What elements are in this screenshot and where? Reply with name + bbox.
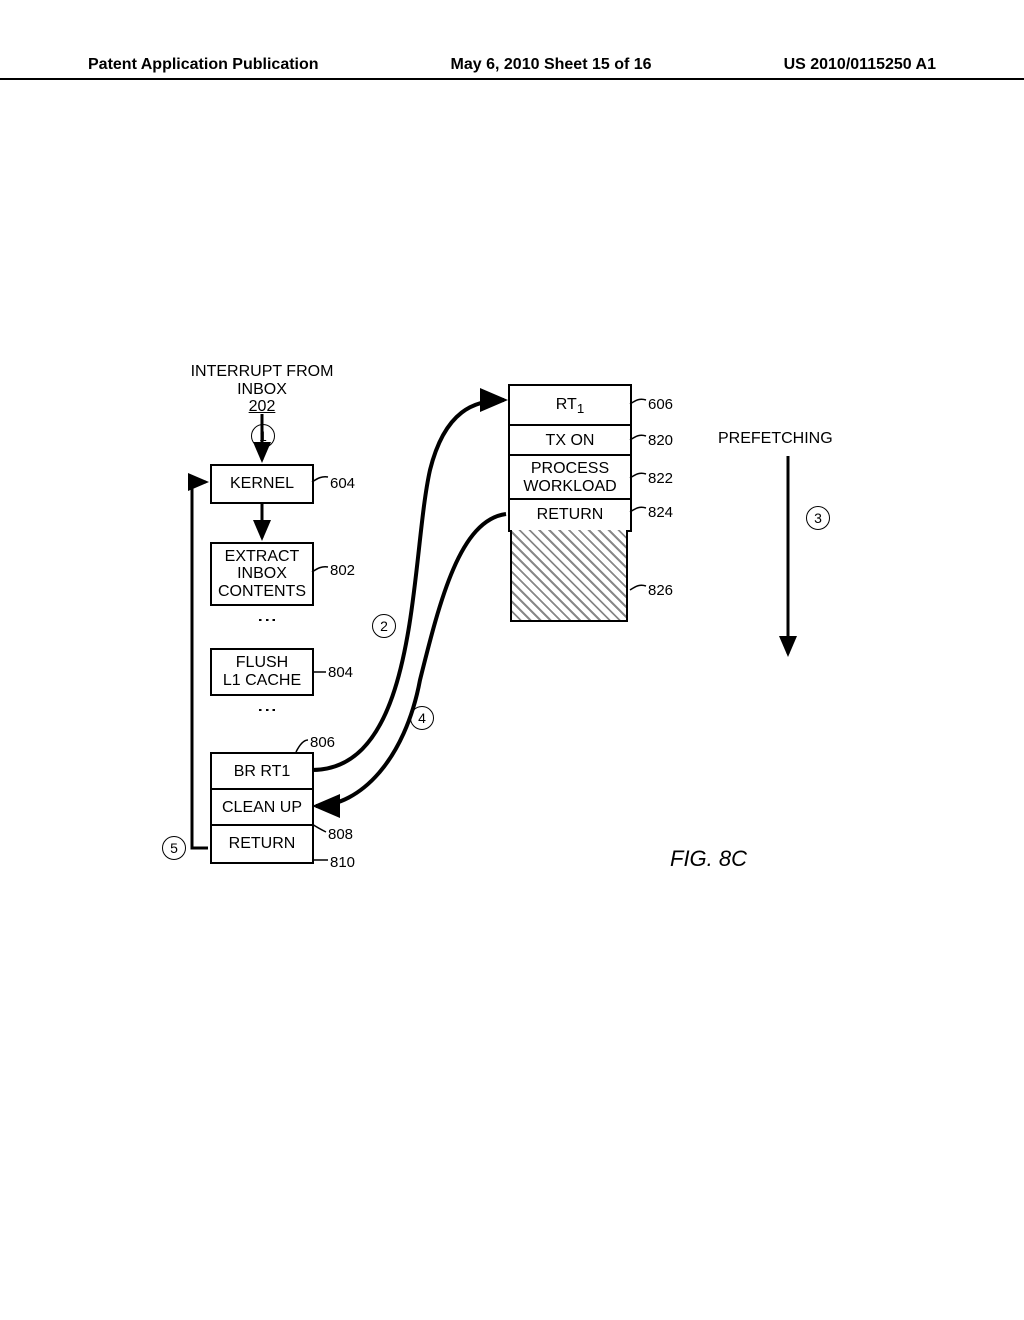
- extract-box: EXTRACT INBOX CONTENTS: [210, 542, 314, 606]
- prefetching-label: PREFETCHING: [718, 430, 833, 448]
- rt1-box: RT1: [508, 384, 632, 426]
- step-4: 4: [410, 706, 434, 730]
- flush-box: FLUSH L1 CACHE: [210, 648, 314, 696]
- process-l2: WORKLOAD: [523, 478, 616, 496]
- return-left-ref: 810: [330, 854, 355, 871]
- brrt1-ref: 806: [310, 734, 335, 751]
- return-right-box: RETURN: [508, 498, 632, 532]
- txon-text: TX ON: [546, 432, 595, 450]
- flush-ref: 804: [328, 664, 353, 681]
- flush-l1: FLUSH: [236, 654, 288, 672]
- arrows-overlay: [0, 0, 1024, 1320]
- cleanup-text: CLEAN UP: [222, 799, 302, 817]
- flush-l2: L1 CACHE: [223, 672, 301, 690]
- interrupt-line1: INTERRUPT FROM: [182, 363, 342, 381]
- process-l1: PROCESS: [531, 460, 609, 478]
- return-right-text: RETURN: [537, 506, 604, 524]
- extract-ref: 802: [330, 562, 355, 579]
- extract-l3: CONTENTS: [218, 583, 306, 601]
- cleanup-ref: 808: [328, 826, 353, 843]
- diagram-container: INTERRUPT FROM INBOX 202 KERNEL 604 EXTR…: [0, 0, 1024, 1320]
- cleanup-box: CLEAN UP: [210, 788, 314, 826]
- step-2: 2: [372, 614, 396, 638]
- interrupt-line2: INBOX: [182, 381, 342, 399]
- brrt1-box: BR RT1: [210, 752, 314, 790]
- hatched-area: [510, 530, 628, 622]
- step-1: 1: [251, 424, 275, 448]
- rt1-ref: 606: [648, 396, 673, 413]
- return-right-ref: 824: [648, 504, 673, 521]
- process-ref: 822: [648, 470, 673, 487]
- brrt1-text: BR RT1: [234, 763, 291, 781]
- return-left-text: RETURN: [229, 835, 296, 853]
- txon-box: TX ON: [508, 424, 632, 456]
- txon-ref: 820: [648, 432, 673, 449]
- process-box: PROCESS WORKLOAD: [508, 454, 632, 500]
- kernel-text: KERNEL: [230, 475, 294, 493]
- kernel-ref: 604: [330, 475, 355, 492]
- step-3: 3: [806, 506, 830, 530]
- return-left-box: RETURN: [210, 824, 314, 864]
- ellipsis-1: ⋮: [256, 610, 278, 632]
- step-5: 5: [162, 836, 186, 860]
- rt1-text: RT1: [556, 396, 584, 417]
- kernel-box: KERNEL: [210, 464, 314, 504]
- interrupt-ref: 202: [182, 398, 342, 416]
- ellipsis-2: ⋮: [256, 700, 278, 722]
- extract-l1: EXTRACT: [225, 548, 300, 566]
- extract-l2: INBOX: [237, 565, 287, 583]
- figure-label: FIG. 8C: [670, 846, 747, 872]
- interrupt-label: INTERRUPT FROM INBOX 202: [182, 363, 342, 416]
- hatch-ref: 826: [648, 582, 673, 599]
